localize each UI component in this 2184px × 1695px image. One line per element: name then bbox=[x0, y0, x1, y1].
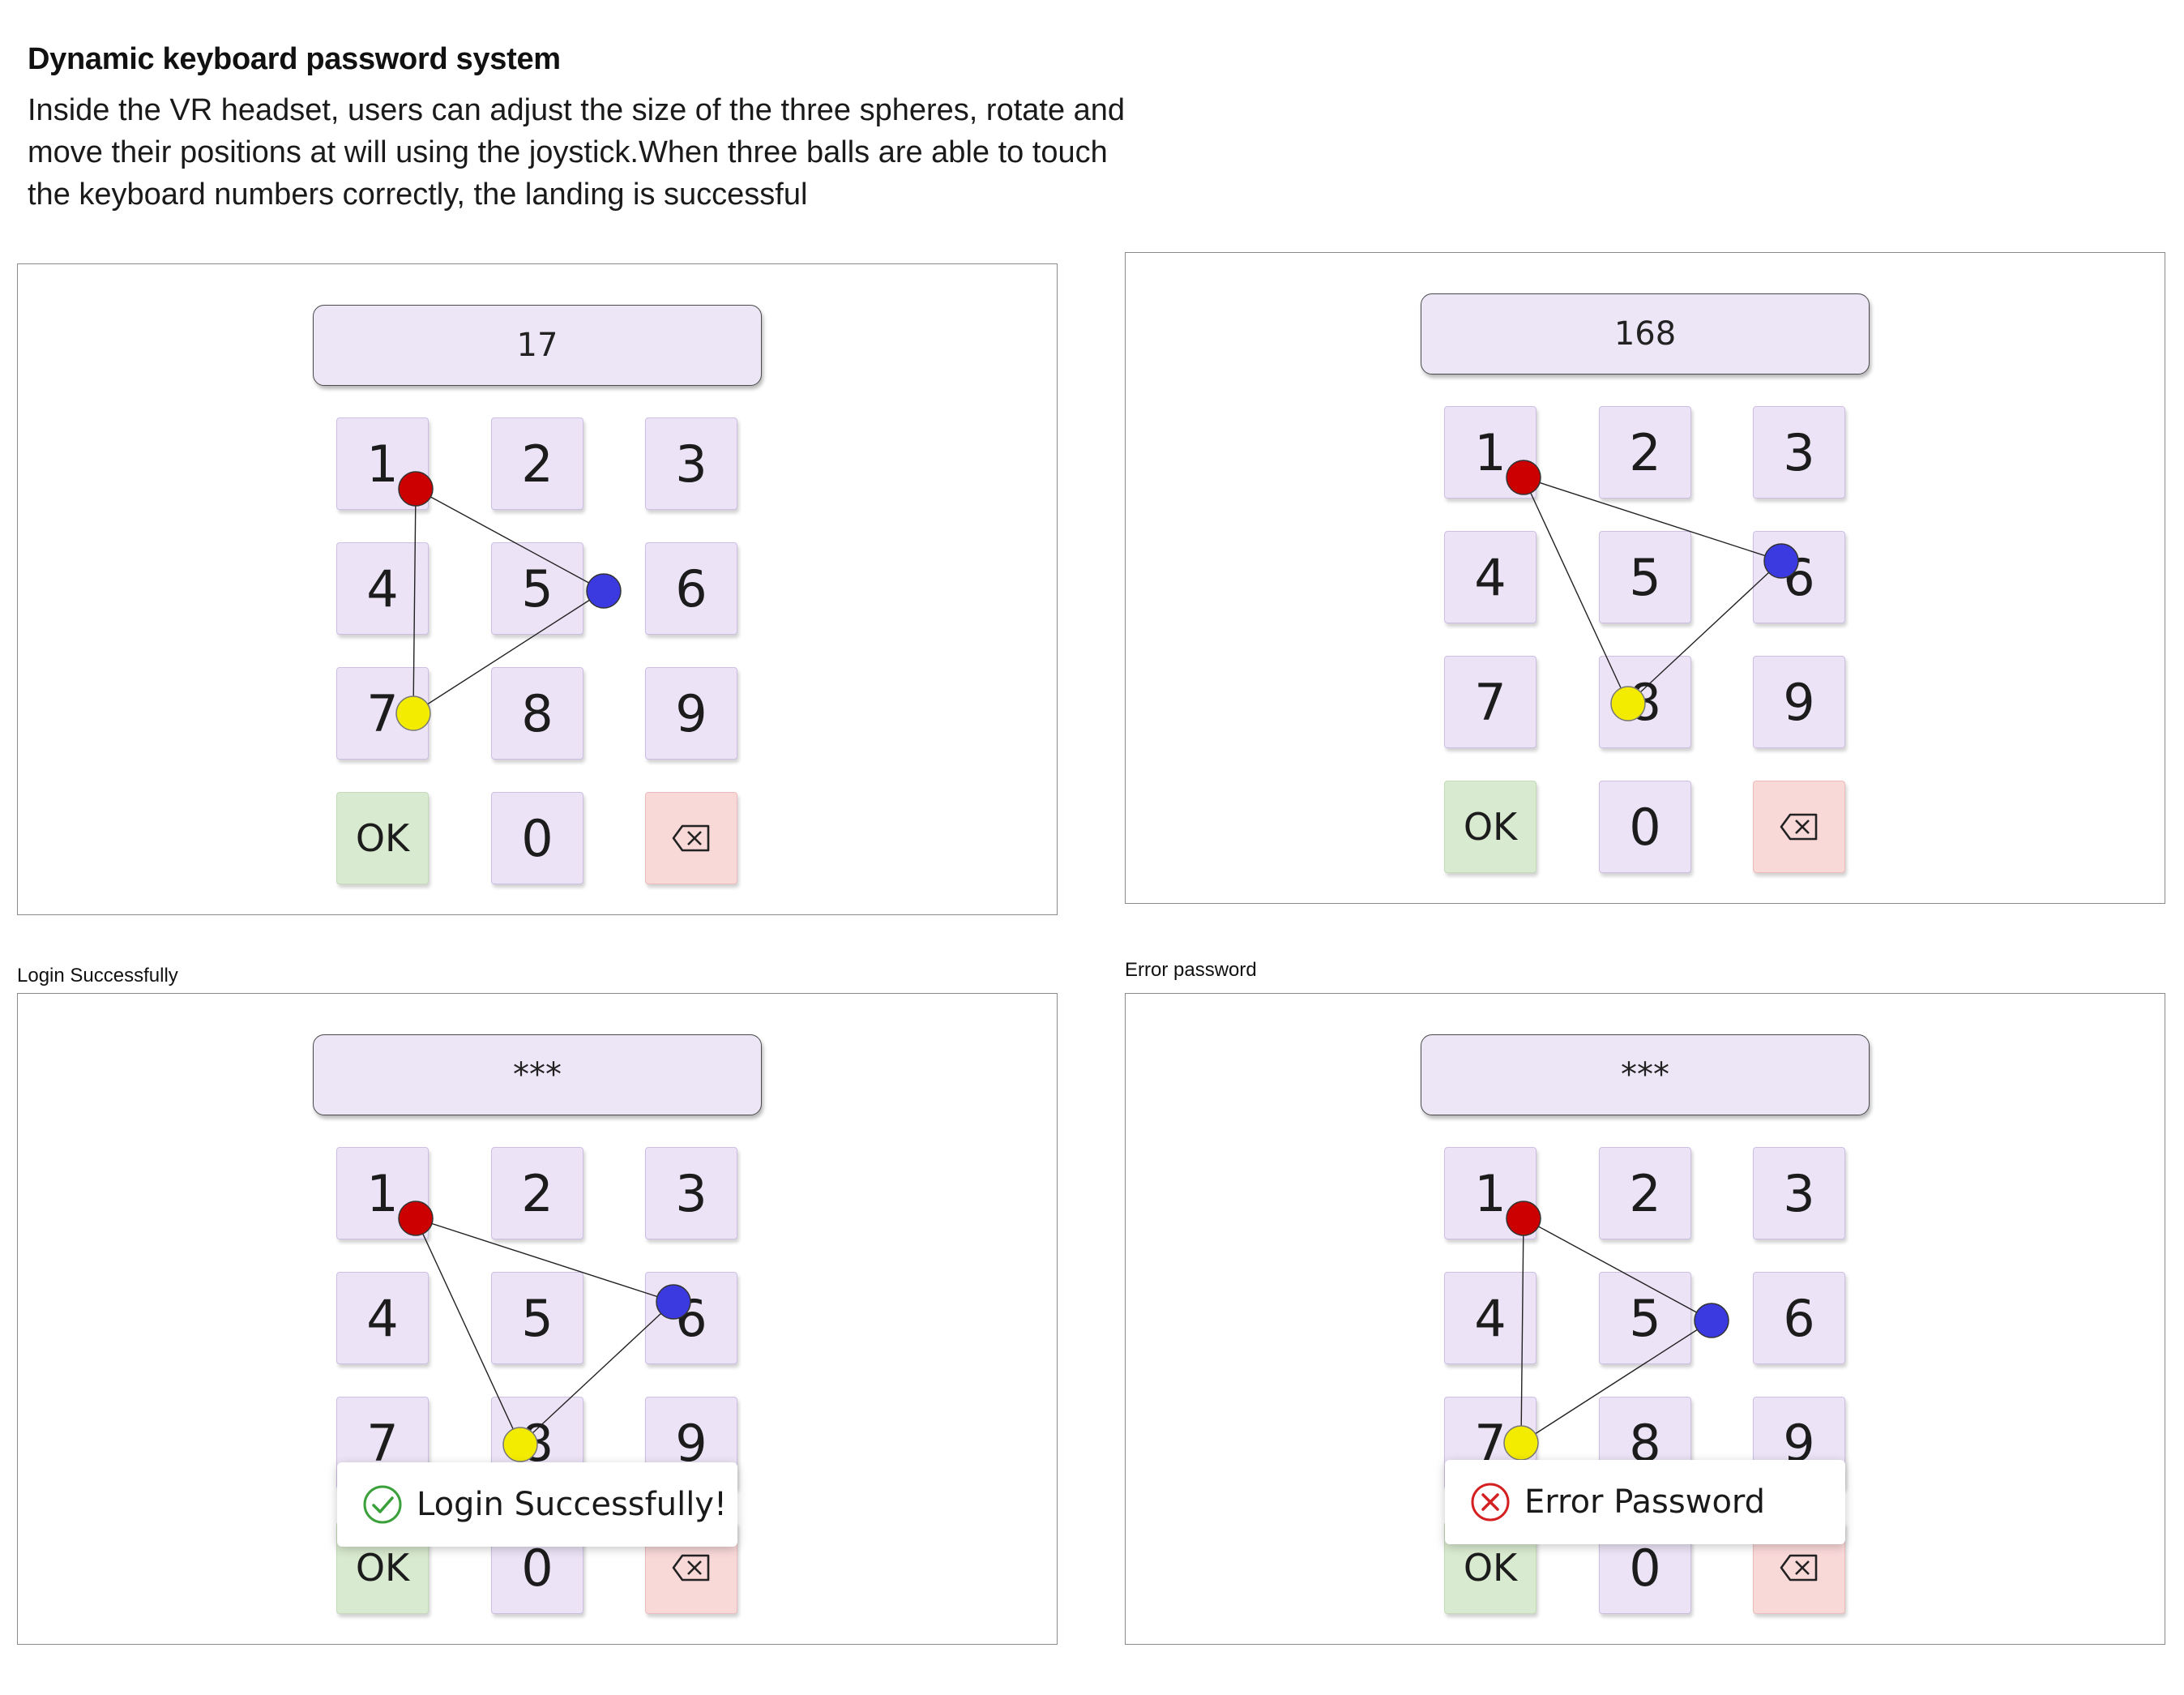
key-5[interactable]: 5 bbox=[1599, 531, 1691, 623]
keypad-panel-login-success: *** 1 2 3 4 5 6 7 8 9 OK 0 Login Successfully! bbox=[17, 993, 1058, 1645]
key-label: 3 bbox=[675, 434, 707, 494]
key-0[interactable]: 0 bbox=[1599, 781, 1691, 873]
key-label: 7 bbox=[1474, 672, 1507, 732]
password-display: 168 bbox=[1421, 293, 1870, 375]
keypad-panel-168: 168 1 2 3 4 5 6 7 8 9 OK 0 bbox=[1125, 252, 2165, 904]
key-label: 2 bbox=[1629, 422, 1661, 482]
key-label: 3 bbox=[675, 1163, 707, 1223]
key-label: OK bbox=[1463, 1546, 1518, 1590]
key-label: OK bbox=[1463, 805, 1518, 849]
delete-button[interactable] bbox=[1753, 781, 1845, 873]
key-label: 1 bbox=[366, 434, 399, 494]
key-label: 6 bbox=[675, 559, 707, 619]
key-3[interactable]: 3 bbox=[645, 1147, 737, 1239]
key-9[interactable]: 9 bbox=[1753, 656, 1845, 748]
backspace-icon bbox=[672, 824, 710, 852]
key-4[interactable]: 4 bbox=[336, 1272, 429, 1364]
password-display: *** bbox=[313, 1034, 762, 1115]
x-circle-icon bbox=[1471, 1483, 1510, 1522]
ok-button[interactable]: OK bbox=[1444, 781, 1536, 873]
page-description: Inside the VR headset, users can adjust … bbox=[28, 93, 1126, 212]
key-0[interactable]: 0 bbox=[491, 792, 583, 884]
caption-login-successfully: Login Successfully bbox=[17, 965, 178, 987]
key-label: 5 bbox=[1629, 1288, 1661, 1348]
key-label: 0 bbox=[521, 808, 553, 868]
keypad-panel-17: 17 1 2 3 4 5 6 7 8 9 OK 0 bbox=[17, 263, 1058, 915]
key-1[interactable]: 1 bbox=[1444, 406, 1536, 499]
key-label: 9 bbox=[675, 683, 707, 743]
login-success-toast: Login Successfully! bbox=[337, 1462, 737, 1547]
key-6[interactable]: 6 bbox=[645, 1272, 737, 1364]
key-label: 6 bbox=[1783, 547, 1815, 607]
key-1[interactable]: 1 bbox=[336, 1147, 429, 1239]
key-label: 1 bbox=[1474, 422, 1507, 482]
key-2[interactable]: 2 bbox=[1599, 406, 1691, 499]
key-6[interactable]: 6 bbox=[1753, 1272, 1845, 1364]
key-4[interactable]: 4 bbox=[336, 542, 429, 635]
key-label: 0 bbox=[1629, 1538, 1661, 1598]
key-8[interactable]: 8 bbox=[1599, 656, 1691, 748]
backspace-icon bbox=[672, 1554, 710, 1582]
key-label: 9 bbox=[1783, 672, 1815, 732]
key-label: 6 bbox=[675, 1288, 707, 1348]
key-6[interactable]: 6 bbox=[645, 542, 737, 635]
key-label: 8 bbox=[521, 683, 553, 743]
key-label: 5 bbox=[1629, 547, 1661, 607]
check-circle-icon bbox=[363, 1485, 402, 1524]
password-display: 17 bbox=[313, 305, 762, 386]
key-6[interactable]: 6 bbox=[1753, 531, 1845, 623]
key-5[interactable]: 5 bbox=[491, 1272, 583, 1364]
ok-button[interactable]: OK bbox=[336, 792, 429, 884]
key-label: OK bbox=[355, 816, 410, 860]
backspace-icon bbox=[1780, 813, 1818, 841]
key-label: OK bbox=[355, 1546, 410, 1590]
key-3[interactable]: 3 bbox=[1753, 1147, 1845, 1239]
key-label: 1 bbox=[1474, 1163, 1507, 1223]
key-7[interactable]: 7 bbox=[1444, 656, 1536, 748]
key-7[interactable]: 7 bbox=[336, 667, 429, 760]
key-label: 5 bbox=[521, 559, 553, 619]
key-4[interactable]: 4 bbox=[1444, 1272, 1536, 1364]
key-5[interactable]: 5 bbox=[1599, 1272, 1691, 1364]
key-label: 4 bbox=[1474, 1288, 1507, 1348]
key-2[interactable]: 2 bbox=[1599, 1147, 1691, 1239]
caption-error-password: Error password bbox=[1125, 959, 1257, 981]
key-3[interactable]: 3 bbox=[645, 417, 737, 510]
key-2[interactable]: 2 bbox=[491, 1147, 583, 1239]
keypad-panel-error-password: *** 1 2 3 4 5 6 7 8 9 OK 0 Error Password bbox=[1125, 993, 2165, 1645]
toast-message: Error Password bbox=[1524, 1483, 1766, 1521]
key-label: 5 bbox=[521, 1288, 553, 1348]
backspace-icon bbox=[1780, 1554, 1818, 1582]
key-1[interactable]: 1 bbox=[1444, 1147, 1536, 1239]
key-label: 8 bbox=[1629, 672, 1661, 732]
key-label: 1 bbox=[366, 1163, 399, 1223]
blue-sphere[interactable] bbox=[586, 573, 622, 609]
blue-sphere[interactable] bbox=[1694, 1303, 1729, 1338]
key-5[interactable]: 5 bbox=[491, 542, 583, 635]
key-2[interactable]: 2 bbox=[491, 417, 583, 510]
key-label: 4 bbox=[1474, 547, 1507, 607]
key-4[interactable]: 4 bbox=[1444, 531, 1536, 623]
key-label: 4 bbox=[366, 559, 399, 619]
key-label: 2 bbox=[1629, 1163, 1661, 1223]
error-password-toast: Error Password bbox=[1445, 1460, 1845, 1544]
key-label: 0 bbox=[1629, 797, 1661, 857]
key-label: 4 bbox=[366, 1288, 399, 1348]
key-label: 7 bbox=[366, 683, 399, 743]
key-label: 0 bbox=[521, 1538, 553, 1598]
key-label: 2 bbox=[521, 434, 553, 494]
key-1[interactable]: 1 bbox=[336, 417, 429, 510]
key-label: 6 bbox=[1783, 1288, 1815, 1348]
key-9[interactable]: 9 bbox=[645, 667, 737, 760]
delete-button[interactable] bbox=[645, 792, 737, 884]
toast-message: Login Successfully! bbox=[417, 1486, 728, 1523]
key-label: 3 bbox=[1783, 1163, 1815, 1223]
key-8[interactable]: 8 bbox=[491, 667, 583, 760]
key-3[interactable]: 3 bbox=[1753, 406, 1845, 499]
key-label: 2 bbox=[521, 1163, 553, 1223]
password-display: *** bbox=[1421, 1034, 1870, 1115]
key-label: 3 bbox=[1783, 422, 1815, 482]
page-title: Dynamic keyboard password system bbox=[28, 42, 561, 76]
